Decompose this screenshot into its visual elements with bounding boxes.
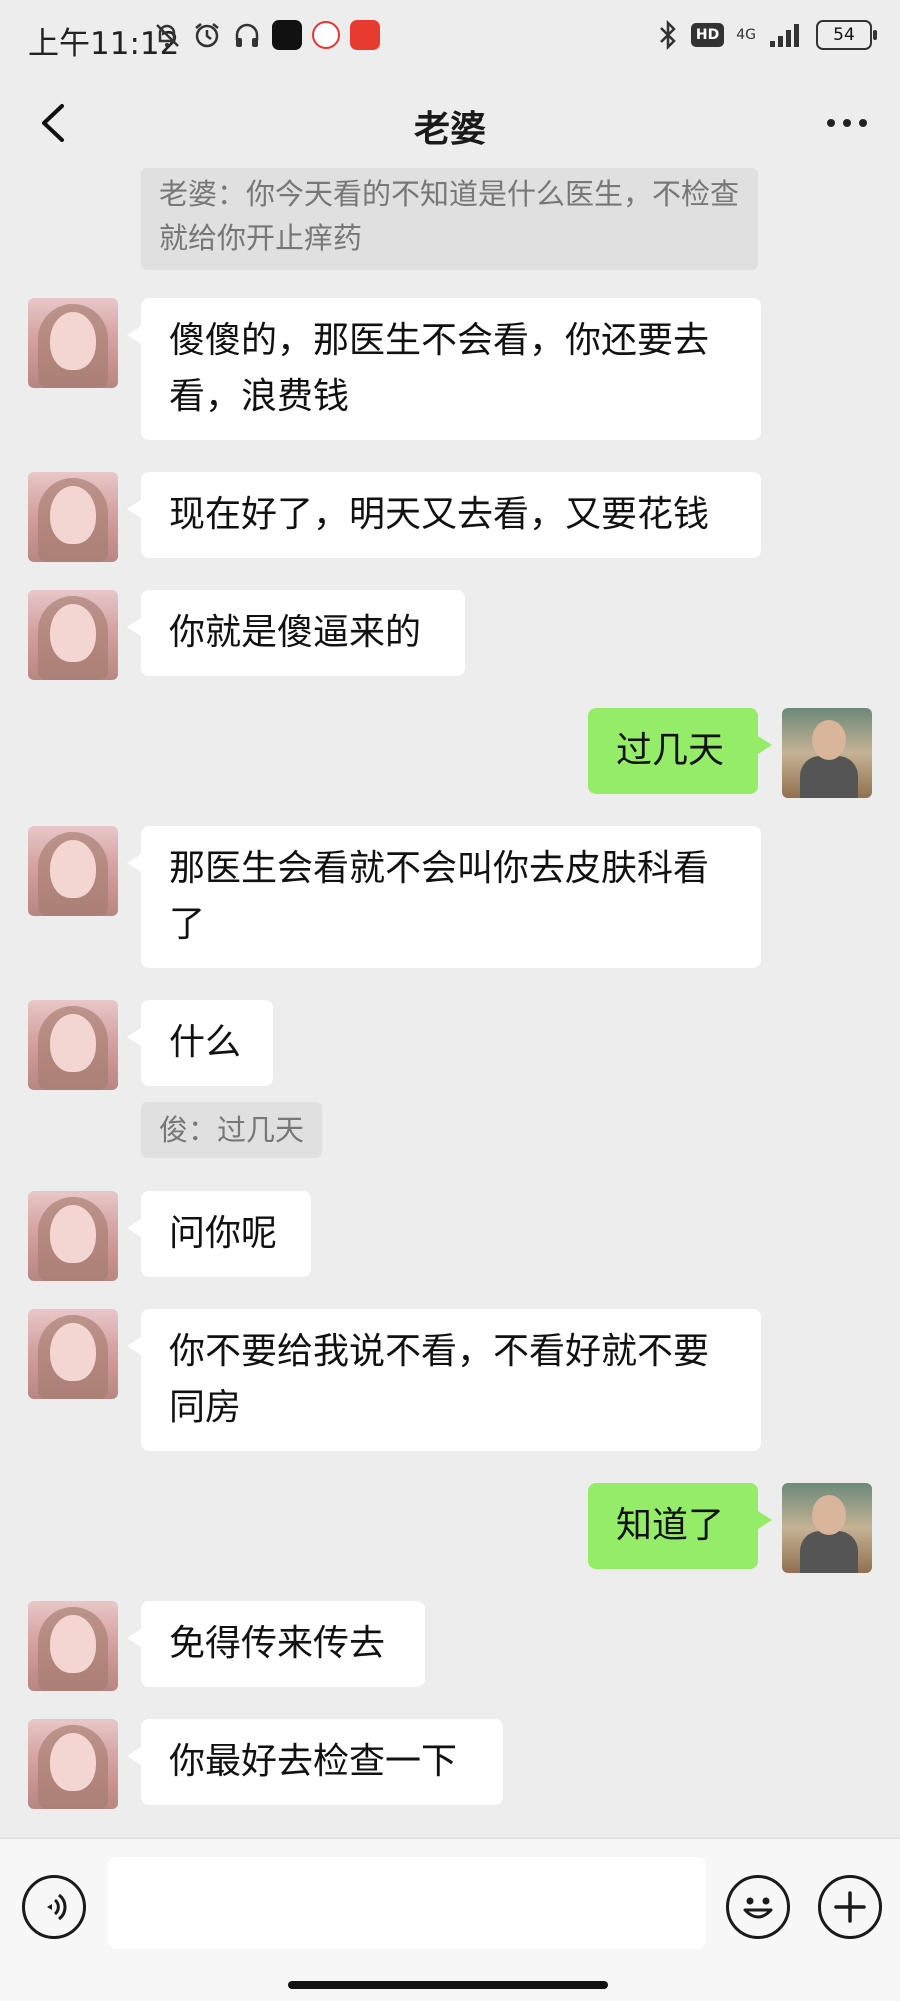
hd-badge: HD (690, 23, 725, 47)
message-text: 什么 (169, 1022, 242, 1063)
incoming-message[interactable]: 你不要给我说不看，不看好就不要同房 (127, 1309, 761, 1451)
contact-avatar[interactable] (28, 590, 118, 680)
headphones-icon (235, 23, 259, 47)
message-text: 傻傻的，那医生不会看，你还要去看，浪费钱 (169, 320, 710, 417)
incoming-message[interactable]: 傻傻的，那医生不会看，你还要去看，浪费钱 (127, 298, 761, 440)
emoji-button[interactable] (726, 1875, 790, 1939)
contact-avatar[interactable] (28, 1309, 118, 1399)
quoted-reply-text: 老婆：你今天看的不知道是什么医生，不检查就给你开止痒药 (159, 177, 740, 255)
plus-icon (834, 1891, 866, 1923)
signal-icon (770, 24, 799, 47)
emoji-icon (743, 1897, 773, 1919)
more-plus-button[interactable] (818, 1875, 882, 1939)
more-options-icon[interactable] (822, 108, 872, 138)
contact-avatar[interactable] (28, 826, 118, 916)
battery-indicator: 54 (816, 20, 877, 50)
outgoing-message[interactable]: 知道了 (588, 1483, 772, 1569)
chat-input-bar (0, 1838, 900, 2001)
alarm-icon (195, 23, 219, 48)
contact-avatar[interactable] (28, 1601, 118, 1691)
incoming-message[interactable]: 免得传来传去 (127, 1601, 425, 1687)
message-text: 你就是傻逼来的 (169, 612, 422, 653)
chat-header: 老婆 (0, 80, 900, 170)
tiktok-app-icon (272, 20, 302, 50)
quoted-reply: 老婆：你今天看的不知道是什么医生，不检查就给你开止痒药 (141, 168, 758, 270)
voice-button[interactable] (22, 1875, 86, 1939)
message-text: 免得传来传去 (169, 1623, 386, 1664)
quoted-reply-text: 俊：过几天 (159, 1113, 305, 1147)
quoted-reply: 俊：过几天 (141, 1102, 323, 1158)
message-input[interactable] (108, 1857, 706, 1949)
incoming-message[interactable]: 现在好了，明天又去看，又要花钱 (127, 472, 761, 558)
chat-title: 老婆 (413, 109, 486, 150)
mute-bell-icon (156, 24, 179, 47)
message-text: 知道了 (616, 1505, 725, 1546)
home-indicator[interactable] (288, 1981, 608, 1989)
contact-avatar[interactable] (28, 1000, 118, 1090)
contact-avatar[interactable] (28, 1191, 118, 1281)
contact-avatar[interactable] (28, 472, 118, 562)
status-right-icons: HD 4G 54 (657, 20, 877, 50)
message-text: 现在好了，明天又去看，又要花钱 (169, 494, 710, 535)
network-type: 4G (736, 27, 756, 43)
contact-avatar[interactable] (28, 298, 118, 388)
status-bar: 上午11:12 HD 4G 54 (0, 0, 900, 80)
status-left-icons (152, 20, 380, 50)
message-text: 过几天 (616, 730, 725, 771)
my-avatar[interactable] (782, 1483, 872, 1573)
news-app-icon (350, 20, 380, 50)
message-text: 那医生会看就不会叫你去皮肤科看了 (169, 848, 710, 945)
message-text: 你不要给我说不看，不看好就不要同房 (169, 1331, 710, 1428)
incoming-message[interactable]: 你最好去检查一下 (127, 1719, 503, 1805)
music-app-icon (312, 21, 340, 49)
incoming-message[interactable]: 问你呢 (127, 1191, 311, 1277)
incoming-message[interactable]: 什么 (127, 1000, 273, 1086)
message-text: 你最好去检查一下 (169, 1741, 458, 1782)
voice-icon (47, 1893, 67, 1921)
message-text: 问你呢 (169, 1213, 278, 1254)
incoming-message[interactable]: 你就是傻逼来的 (127, 590, 465, 676)
bluetooth-icon (660, 20, 676, 50)
contact-avatar[interactable] (28, 1719, 118, 1809)
incoming-message[interactable]: 那医生会看就不会叫你去皮肤科看了 (127, 826, 761, 968)
my-avatar[interactable] (782, 708, 872, 798)
outgoing-message[interactable]: 过几天 (588, 708, 772, 794)
